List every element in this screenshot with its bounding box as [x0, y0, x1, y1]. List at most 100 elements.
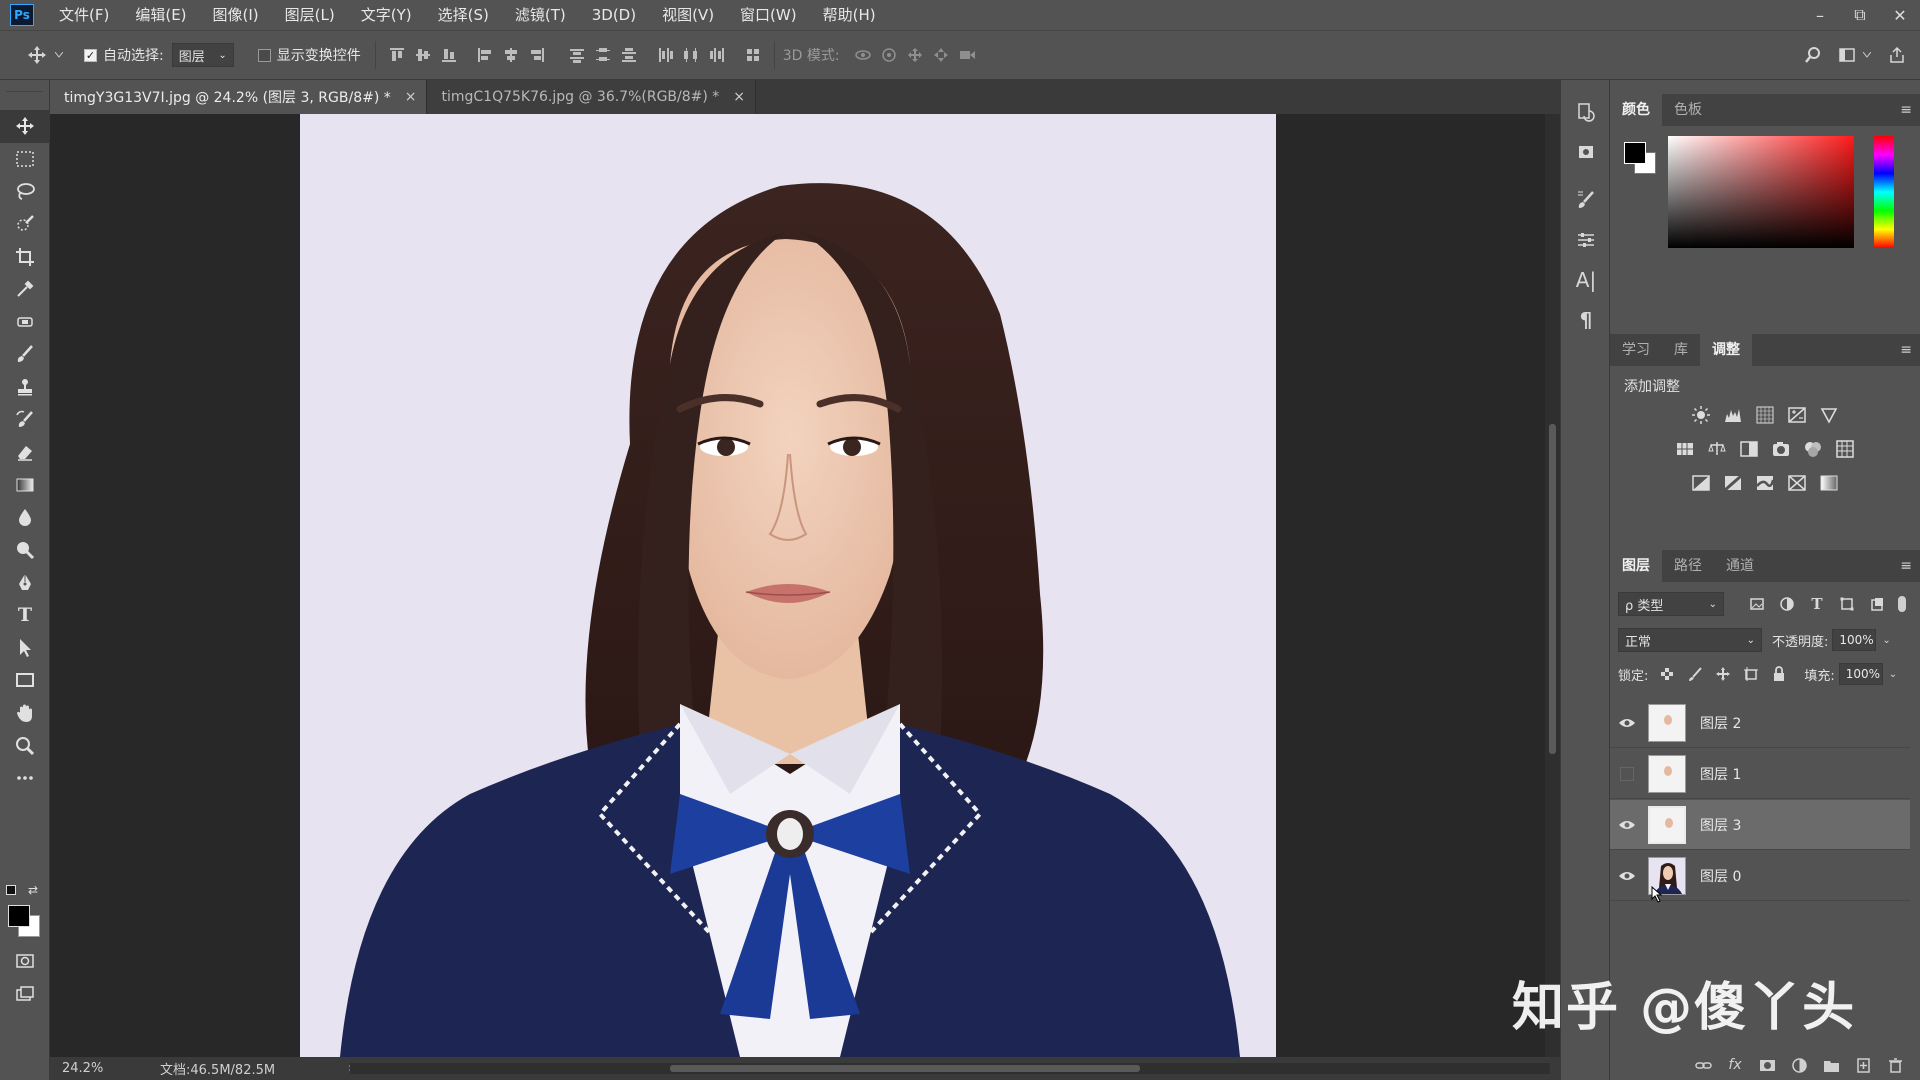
- drag-3d-icon[interactable]: [902, 42, 928, 68]
- adjustments-strip-icon[interactable]: [1561, 220, 1611, 260]
- distribute-vcenter-icon[interactable]: [590, 42, 616, 68]
- lasso-tool-icon[interactable]: [0, 175, 50, 208]
- fill-input[interactable]: 100%: [1838, 663, 1883, 685]
- move-tool-icon[interactable]: [0, 110, 50, 143]
- hue-saturation-icon[interactable]: [1674, 438, 1696, 460]
- canvas-area[interactable]: [50, 114, 1545, 1057]
- layer-name[interactable]: 图层 0: [1700, 866, 1741, 886]
- menu-item-view[interactable]: 视图(V): [649, 0, 727, 30]
- pen-tool-icon[interactable]: [0, 566, 50, 599]
- distribute-left-icon[interactable]: [652, 42, 678, 68]
- blend-mode-dropdown[interactable]: 正常 ⌄: [1618, 628, 1762, 652]
- foreground-color-swatch[interactable]: [8, 905, 30, 927]
- minimize-button[interactable]: –: [1800, 0, 1840, 30]
- menu-item-window[interactable]: 窗口(W): [727, 0, 810, 30]
- auto-select-target-dropdown[interactable]: 图层 ⌄: [171, 43, 234, 67]
- tab-layers[interactable]: 图层: [1610, 550, 1662, 582]
- filter-adjustment-icon[interactable]: [1776, 593, 1798, 615]
- tab-adjustments[interactable]: 调整: [1700, 334, 1752, 366]
- filter-pixel-icon[interactable]: [1746, 593, 1768, 615]
- screen-mode-icon[interactable]: [0, 978, 50, 1011]
- hue-slider[interactable]: [1874, 136, 1894, 248]
- close-icon[interactable]: ×: [733, 89, 745, 105]
- slide-3d-icon[interactable]: [928, 42, 954, 68]
- new-group-icon[interactable]: [1820, 1054, 1842, 1076]
- foreground-color-chip[interactable]: [1624, 142, 1646, 164]
- selective-color-icon[interactable]: [1786, 472, 1808, 494]
- roll-3d-icon[interactable]: [876, 42, 902, 68]
- layer-name[interactable]: 图层 1: [1700, 764, 1741, 784]
- quick-mask-icon[interactable]: [0, 945, 50, 978]
- tab-document-2[interactable]: timgC1Q75K76.jpg @ 36.7%(RGB/8#) * ×: [427, 80, 757, 114]
- marquee-tool-icon[interactable]: [0, 143, 50, 176]
- filter-shape-icon[interactable]: [1836, 593, 1858, 615]
- new-adjustment-layer-icon[interactable]: [1788, 1054, 1810, 1076]
- vertical-scrollbar[interactable]: [1545, 114, 1560, 1057]
- align-left-icon[interactable]: [472, 42, 498, 68]
- eye-icon[interactable]: [1610, 819, 1644, 831]
- lock-all-icon[interactable]: [1768, 663, 1790, 685]
- align-hcenter-icon[interactable]: [498, 42, 524, 68]
- panel-menu-icon[interactable]: ≡: [1900, 342, 1912, 358]
- lock-position-icon[interactable]: [1712, 663, 1734, 685]
- layer-style-icon[interactable]: fx: [1724, 1054, 1746, 1076]
- auto-select-checkbox[interactable]: [84, 48, 97, 62]
- history-brush-tool-icon[interactable]: [0, 403, 50, 436]
- close-icon[interactable]: ×: [405, 89, 417, 105]
- character-panel-icon[interactable]: A|: [1561, 260, 1611, 300]
- layer-kind-filter[interactable]: ρ 类型 ⌄: [1618, 592, 1724, 616]
- type-tool-icon[interactable]: T: [0, 599, 50, 632]
- menu-item-file[interactable]: 文件(F): [46, 0, 122, 30]
- horizontal-scrollbar[interactable]: [350, 1063, 1550, 1074]
- menu-item-help[interactable]: 帮助(H): [810, 0, 889, 30]
- panel-grip[interactable]: [6, 82, 43, 92]
- eye-icon[interactable]: [1610, 717, 1644, 729]
- move-tool-preset-icon[interactable]: [22, 40, 52, 70]
- curves-icon[interactable]: [1754, 404, 1776, 426]
- threshold-icon[interactable]: [1754, 472, 1776, 494]
- default-colors-icon[interactable]: [6, 885, 16, 895]
- link-layers-icon[interactable]: [1692, 1054, 1714, 1076]
- layer-name[interactable]: 图层 3: [1700, 815, 1741, 835]
- black-white-icon[interactable]: [1738, 438, 1760, 460]
- channel-mixer-icon[interactable]: [1802, 438, 1824, 460]
- chevron-down-icon[interactable]: ⌄: [1882, 635, 1890, 646]
- menu-item-layer[interactable]: 图层(L): [272, 0, 348, 30]
- swap-colors-icon[interactable]: ⇄: [28, 883, 38, 897]
- lock-transparent-icon[interactable]: [1656, 663, 1678, 685]
- document-canvas[interactable]: [300, 114, 1276, 1057]
- scale-3d-icon[interactable]: [954, 42, 980, 68]
- chevron-down-icon[interactable]: [1860, 42, 1874, 68]
- blur-tool-icon[interactable]: [0, 501, 50, 534]
- color-lookup-icon[interactable]: [1834, 438, 1856, 460]
- tab-paths[interactable]: 路径: [1662, 550, 1714, 582]
- tab-document-1[interactable]: timgY3G13V7I.jpg @ 24.2% (图层 3, RGB/8#) …: [50, 80, 428, 114]
- tab-color[interactable]: 颜色: [1610, 94, 1662, 126]
- eyedropper-tool-icon[interactable]: [0, 273, 50, 306]
- distribute-bottom-icon[interactable]: [616, 42, 642, 68]
- tab-libraries[interactable]: 库: [1662, 334, 1700, 366]
- posterize-icon[interactable]: [1722, 472, 1744, 494]
- hand-tool-icon[interactable]: [0, 697, 50, 730]
- orbit-3d-icon[interactable]: [850, 42, 876, 68]
- menu-item-type[interactable]: 文字(Y): [348, 0, 425, 30]
- vibrance-icon[interactable]: [1818, 404, 1840, 426]
- photo-filter-icon[interactable]: [1770, 438, 1792, 460]
- menu-item-image[interactable]: 图像(I): [200, 0, 272, 30]
- brushes-panel-icon[interactable]: [1561, 180, 1611, 220]
- color-picker-field[interactable]: [1668, 136, 1854, 248]
- new-layer-icon[interactable]: [1852, 1054, 1874, 1076]
- restore-button[interactable]: ⧉: [1840, 0, 1880, 30]
- eraser-tool-icon[interactable]: [0, 436, 50, 469]
- distribute-right-icon[interactable]: [704, 42, 730, 68]
- add-mask-icon[interactable]: [1756, 1054, 1778, 1076]
- align-bottom-icon[interactable]: [436, 42, 462, 68]
- share-icon[interactable]: [1884, 42, 1910, 68]
- gradient-map-icon[interactable]: [1818, 472, 1840, 494]
- zoom-level[interactable]: 24.2%: [50, 1061, 105, 1076]
- clone-stamp-tool-icon[interactable]: [0, 371, 50, 404]
- dodge-tool-icon[interactable]: [0, 534, 50, 567]
- brush-tool-icon[interactable]: [0, 338, 50, 371]
- auto-align-icon[interactable]: [740, 42, 766, 68]
- workspace-icon[interactable]: [1834, 42, 1860, 68]
